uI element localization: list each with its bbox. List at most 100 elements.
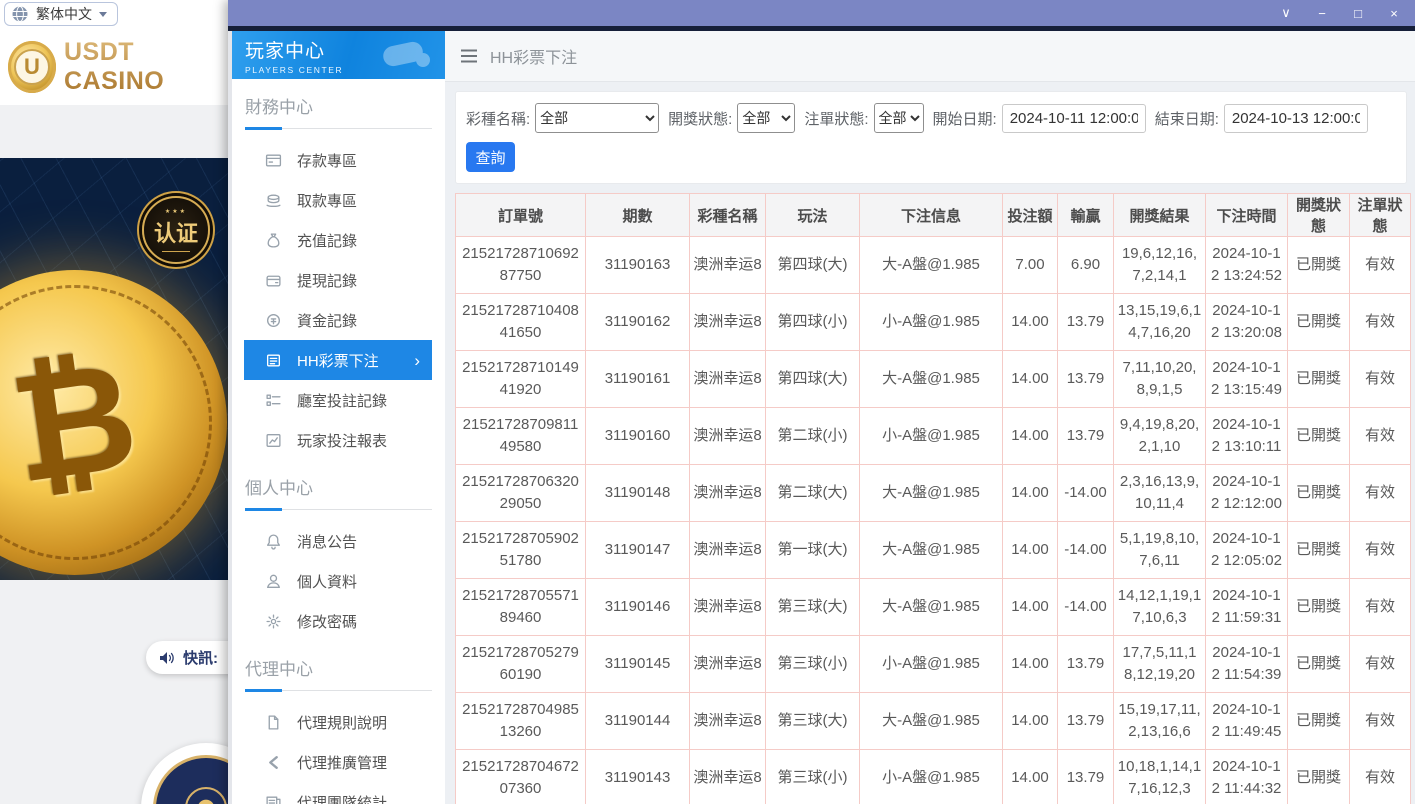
start-date-label: 開始日期: — [933, 108, 997, 129]
sidebar-item-funds-record[interactable]: 資金記錄 › — [232, 300, 445, 340]
cell-1: 31190147 — [586, 522, 690, 579]
lottery-name-label: 彩種名稱: — [466, 108, 530, 129]
certified-badge: ★★★ 认证 — [142, 196, 210, 264]
cell-10: 有效 — [1350, 408, 1411, 465]
lottery-name-select[interactable]: 全部 — [535, 103, 659, 133]
sidebar-item-room-bet-record[interactable]: 廳室投註記錄 › — [232, 380, 445, 420]
cell-0: 2152172870498513260 — [456, 693, 586, 750]
player-bet-report-icon — [265, 432, 282, 449]
bets-table-container: 訂單號期數彩種名稱玩法下注信息投注額輸贏開獎結果下注時間開獎狀態注單狀態 215… — [455, 193, 1412, 804]
column-header-4: 下注信息 — [860, 194, 1003, 237]
cell-0: 2152172870527960190 — [456, 636, 586, 693]
search-button[interactable]: 查詢 — [466, 142, 515, 172]
cell-7: 13,15,19,6,14,7,16,20 — [1114, 294, 1206, 351]
window-dropdown-button[interactable]: ∨ — [1273, 2, 1299, 24]
cell-6: -14.00 — [1058, 465, 1114, 522]
cell-1: 31190144 — [586, 693, 690, 750]
section-underline — [245, 508, 432, 511]
column-header-9: 開獎狀態 — [1288, 194, 1350, 237]
window-maximize-button[interactable]: □ — [1345, 2, 1371, 24]
bitcoin-coin-icon: ₿ — [0, 270, 227, 575]
end-date-input[interactable] — [1224, 104, 1368, 133]
cell-10: 有效 — [1350, 522, 1411, 579]
draw-status-label: 開獎狀態: — [668, 108, 732, 129]
sidebar-item-messages[interactable]: 消息公告 › — [232, 521, 445, 561]
document-icon — [265, 714, 282, 731]
table-header-row: 訂單號期數彩種名稱玩法下注信息投注額輸贏開獎結果下注時間開獎狀態注單狀態 — [456, 194, 1411, 237]
section-title: 財務中心 — [245, 93, 432, 118]
cell-0: 2152172870981149580 — [456, 408, 586, 465]
cell-9: 已開獎 — [1288, 636, 1350, 693]
draw-status-select[interactable]: 全部 — [737, 103, 795, 133]
cell-3: 第四球(大) — [766, 351, 860, 408]
cell-1: 31190161 — [586, 351, 690, 408]
sidebar-item-change-password[interactable]: 修改密碼 › — [232, 601, 445, 641]
cell-5: 14.00 — [1003, 408, 1058, 465]
cell-9: 已開獎 — [1288, 693, 1350, 750]
person-icon — [265, 573, 282, 590]
column-header-7: 開獎結果 — [1114, 194, 1206, 237]
sidebar-item-hh-lottery-bets[interactable]: HH彩票下注 › — [244, 340, 432, 380]
cell-9: 已開獎 — [1288, 579, 1350, 636]
cell-5: 7.00 — [1003, 237, 1058, 294]
hamburger-icon[interactable] — [460, 49, 478, 63]
cell-2: 澳洲幸运8 — [690, 522, 766, 579]
room-bet-record-icon — [265, 392, 282, 409]
sidebar-item-agent-promotion[interactable]: 代理推廣管理 › — [232, 742, 445, 782]
cell-8: 2024-10-12 12:05:02 — [1206, 522, 1288, 579]
stats-icon — [265, 794, 282, 804]
cell-10: 有效 — [1350, 579, 1411, 636]
language-label: 繁体中文 — [36, 4, 92, 24]
section-title: 代理中心 — [245, 655, 432, 680]
cell-5: 14.00 — [1003, 351, 1058, 408]
cell-10: 有效 — [1350, 294, 1411, 351]
cell-3: 第一球(大) — [766, 522, 860, 579]
cell-9: 已開獎 — [1288, 237, 1350, 294]
cell-4: 大-A盤@1.985 — [860, 522, 1003, 579]
cell-4: 大-A盤@1.985 — [860, 237, 1003, 294]
brand-logo: U USDT CASINO — [8, 38, 228, 96]
sidebar-item-deposit[interactable]: 存款專區 › — [232, 140, 445, 180]
cell-8: 2024-10-12 13:10:11 — [1206, 408, 1288, 465]
start-date-input[interactable] — [1002, 104, 1146, 133]
cell-7: 2,3,16,13,9,10,11,4 — [1114, 465, 1206, 522]
sidebar-section: 代理中心 代理規則說明 › 代理推廣管理 › 代理團隊統計 › — [232, 655, 445, 804]
window-minimize-button[interactable]: − — [1309, 2, 1335, 24]
cell-7: 15,19,17,11,2,13,16,6 — [1114, 693, 1206, 750]
chevron-right-icon: › — [414, 352, 420, 369]
cell-10: 有效 — [1350, 636, 1411, 693]
sidebar-item-player-bet-report[interactable]: 玩家投注報表 › — [232, 420, 445, 460]
sidebar-item-agent-rules[interactable]: 代理規則說明 › — [232, 702, 445, 742]
sidebar-header: 玩家中心 PLAYERS CENTER — [232, 31, 445, 79]
window-close-button[interactable]: × — [1381, 2, 1407, 24]
cell-1: 31190160 — [586, 408, 690, 465]
cell-7: 17,7,5,11,18,12,19,20 — [1114, 636, 1206, 693]
cell-9: 已開獎 — [1288, 351, 1350, 408]
table-row: 215217287098114958031190160澳洲幸运8第二球(小)小-… — [456, 408, 1411, 465]
ticker-label: 快訊: — [183, 647, 218, 668]
share-icon — [265, 754, 282, 771]
column-header-8: 下注時間 — [1206, 194, 1288, 237]
cell-7: 10,18,1,14,17,16,12,3 — [1114, 750, 1206, 804]
sidebar-item-agent-team-stats[interactable]: 代理團隊統計 › — [232, 782, 445, 804]
section-underline — [245, 689, 432, 692]
sidebar-item-withdrawal-record[interactable]: 提現記錄 › — [232, 260, 445, 300]
column-header-10: 注單狀態 — [1350, 194, 1411, 237]
table-row: 215217287104084165031190162澳洲幸运8第四球(小)小-… — [456, 294, 1411, 351]
cell-3: 第三球(小) — [766, 750, 860, 804]
order-status-select[interactable]: 全部 — [874, 103, 924, 133]
cell-6: -14.00 — [1058, 522, 1114, 579]
speaker-icon — [159, 651, 175, 665]
cell-10: 有效 — [1350, 750, 1411, 804]
cell-5: 14.00 — [1003, 579, 1058, 636]
language-selector[interactable]: 繁体中文 — [4, 2, 118, 26]
sidebar-item-withdraw[interactable]: 取款專區 › — [232, 180, 445, 220]
cell-8: 2024-10-12 13:24:52 — [1206, 237, 1288, 294]
cell-0: 2152172871069287750 — [456, 237, 586, 294]
cell-9: 已開獎 — [1288, 294, 1350, 351]
order-status-label: 注單狀態: — [804, 108, 868, 129]
sidebar-item-recharge-record[interactable]: 充值記錄 › — [232, 220, 445, 260]
cell-8: 2024-10-12 11:54:39 — [1206, 636, 1288, 693]
sidebar-item-profile[interactable]: 個人資料 › — [232, 561, 445, 601]
cell-7: 9,4,19,8,20,2,1,10 — [1114, 408, 1206, 465]
